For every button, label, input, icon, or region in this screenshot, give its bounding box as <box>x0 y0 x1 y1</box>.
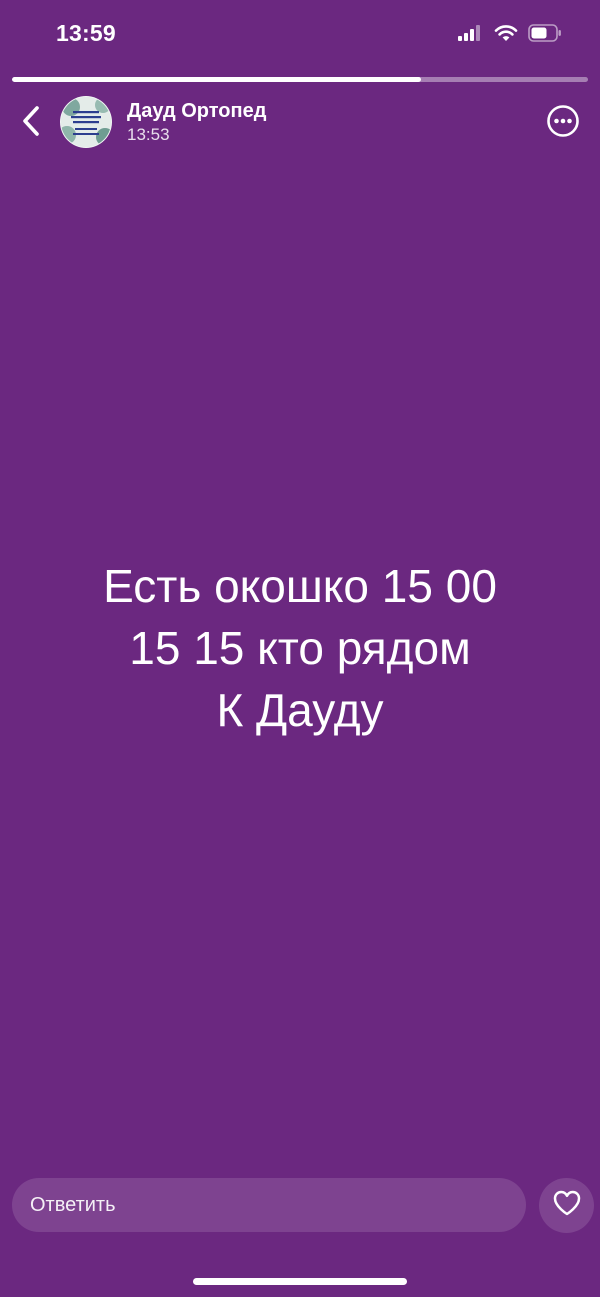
author-avatar[interactable] <box>60 96 112 148</box>
story-text-line: 15 15 кто рядом <box>129 622 471 674</box>
chevron-left-icon <box>20 104 42 143</box>
status-bar: 13:59 <box>0 0 600 70</box>
story-text-line: Есть окошко 15 00 <box>103 560 497 612</box>
story-progress-bar <box>12 77 588 82</box>
back-button[interactable] <box>14 102 48 144</box>
home-indicator <box>193 1278 407 1285</box>
wifi-icon <box>494 24 518 47</box>
more-options-icon <box>546 105 580 142</box>
post-time: 13:53 <box>127 125 170 144</box>
avatar-image <box>61 97 111 147</box>
reply-placeholder: Ответить <box>30 1193 116 1216</box>
story-text-line: К Дауду <box>216 684 384 736</box>
battery-icon <box>528 23 562 47</box>
more-options-button[interactable] <box>546 104 580 138</box>
reply-input[interactable]: Ответить <box>12 1178 526 1232</box>
heart-icon <box>552 1189 582 1222</box>
story-header: Дауд Ортопед 13:53 <box>0 92 600 156</box>
status-icons <box>458 22 562 48</box>
story-progress-fill <box>12 77 421 82</box>
story-text: Есть окошко 15 00 15 15 кто рядом К Дауд… <box>0 555 600 741</box>
cellular-signal-icon <box>458 24 484 46</box>
author-name[interactable]: Дауд Ортопед <box>127 100 266 123</box>
status-time: 13:59 <box>56 20 116 46</box>
like-button[interactable] <box>539 1178 594 1233</box>
